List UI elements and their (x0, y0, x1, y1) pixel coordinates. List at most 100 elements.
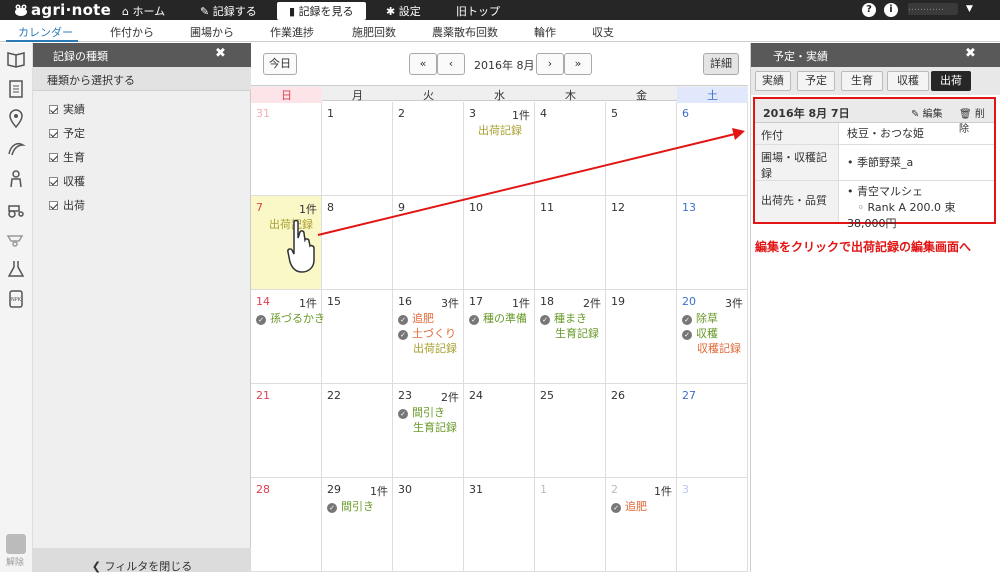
app-logo[interactable]: agri·note (14, 1, 111, 19)
tab-shipment[interactable]: 出荷 (931, 71, 971, 91)
filter-checkbox-growth[interactable]: 生育 (49, 149, 85, 165)
calendar-event[interactable]: ✓ 除草 (682, 310, 718, 326)
calendar-event[interactable]: ✓ 追肥 (611, 498, 647, 514)
tab-growth[interactable]: 生育 (841, 71, 883, 91)
tab-plan[interactable]: 予定 (797, 71, 835, 91)
flask-icon[interactable] (6, 259, 26, 279)
calendar-event[interactable]: ✓ 種の準備 (469, 310, 527, 326)
prev-year-icon[interactable]: « (409, 53, 437, 75)
tab-pesticide-count[interactable]: 農薬散布回数 (432, 24, 498, 40)
calendar-day-cell[interactable]: 12 (606, 196, 677, 290)
calendar-day-cell[interactable]: 27 (677, 384, 748, 478)
nav-old-top[interactable]: 旧トップ (456, 3, 500, 19)
calendar-day-cell[interactable]: 24 (464, 384, 535, 478)
book-icon[interactable] (6, 49, 26, 69)
calendar-day-cell[interactable]: 22 (322, 384, 393, 478)
calendar-day-cell[interactable]: 6 (677, 102, 748, 196)
tab-rotation[interactable]: 輪作 (534, 24, 556, 40)
calendar-day-cell[interactable]: 3 1件 出荷記録 (464, 102, 535, 196)
farmer-icon[interactable] (6, 169, 26, 189)
calendar-day-cell[interactable]: 18 2件 ✓ 種まき 生育記録 (535, 290, 606, 384)
nav-view[interactable]: ▮ 記録を見る (277, 2, 366, 20)
nav-home[interactable]: ⌂ ホーム (122, 3, 165, 19)
checkbox-checked[interactable] (49, 105, 58, 114)
calendar-day-cell[interactable]: 16 3件 ✓ 追肥 ✓ 土づくり 出荷記録 (393, 290, 464, 384)
filter-checkbox-plan[interactable]: 予定 (49, 125, 85, 141)
prev-month-icon[interactable]: ‹ (437, 53, 465, 75)
calendar-day-cell[interactable]: 8 (322, 196, 393, 290)
calendar-event[interactable]: ✓ 間引き (327, 498, 374, 514)
filter-checkbox-shipment[interactable]: 出荷 (49, 197, 85, 213)
close-filter-button[interactable]: ❮ フィルタを閉じる (33, 548, 251, 573)
user-info-icon[interactable]: i (884, 3, 898, 17)
tab-by-crop[interactable]: 作付から (110, 24, 154, 40)
checkbox-checked[interactable] (49, 153, 58, 162)
calendar-event[interactable]: 生育記録 (413, 419, 457, 435)
calendar-day-cell[interactable]: 4 (535, 102, 606, 196)
calendar-day-cell[interactable]: 20 3件 ✓ 除草 ✓ 収穫 収穫記録 (677, 290, 748, 384)
calendar-event[interactable]: ✓ 追肥 (398, 310, 434, 326)
filter-icon[interactable] (6, 534, 26, 554)
calendar-day-cell[interactable]: 13 (677, 196, 748, 290)
calendar-day-cell[interactable]: 31 (251, 102, 322, 196)
calendar-event[interactable]: 出荷記録 (269, 216, 313, 232)
calendar-day-cell[interactable]: 25 (535, 384, 606, 478)
close-icon[interactable]: ✖ (215, 46, 226, 61)
calendar-day-cell[interactable]: 2 (393, 102, 464, 196)
detail-button[interactable]: 詳細 (703, 53, 739, 75)
calendar-day-cell[interactable]: 14 1件 ✓ 孫づるかき (251, 290, 325, 384)
calendar-event[interactable]: 生育記録 (555, 325, 599, 341)
chevron-down-icon[interactable]: ▼ (966, 4, 973, 14)
tab-actual[interactable]: 実績 (755, 71, 791, 91)
document-icon[interactable] (6, 79, 26, 99)
calendar-day-cell[interactable]: 23 2件 ✓ 間引き 生育記録 (393, 384, 464, 478)
nav-record[interactable]: ✎ 記録する (200, 3, 257, 19)
calendar-event[interactable]: ✓ 間引き (398, 404, 445, 420)
wheelbarrow-icon[interactable] (6, 229, 26, 249)
sickle-icon[interactable] (6, 139, 26, 159)
calendar-day-cell[interactable]: 15 (322, 290, 393, 384)
calendar-day-cell[interactable]: 19 (606, 290, 677, 384)
calendar-day-cell[interactable]: 31 (464, 478, 535, 572)
calendar-day-cell[interactable]: 5 (606, 102, 677, 196)
edit-button[interactable]: ✎ 編集 (911, 105, 943, 120)
tab-by-field[interactable]: 圃場から (190, 24, 234, 40)
calendar-day-cell[interactable]: 2 1件 ✓ 追肥 (606, 478, 677, 572)
tab-fertilize-count[interactable]: 施肥回数 (352, 24, 396, 40)
tab-calendar[interactable]: カレンダー (18, 24, 73, 40)
calendar-event[interactable]: ✓ 孫づるかき (256, 310, 325, 326)
calendar-day-cell[interactable]: 9 (393, 196, 464, 290)
calendar-day-cell[interactable]: 26 (606, 384, 677, 478)
user-name[interactable]: ………… (908, 3, 958, 15)
calendar-day-cell[interactable]: 17 1件 ✓ 種の準備 (464, 290, 535, 384)
calendar-day-cell[interactable]: 30 (393, 478, 464, 572)
checkbox-checked[interactable] (49, 201, 58, 210)
help-icon[interactable]: ? (862, 3, 876, 17)
map-pin-icon[interactable] (6, 109, 26, 129)
checkbox-checked[interactable] (49, 129, 58, 138)
calendar-day-cell[interactable]: 1 (322, 102, 393, 196)
close-icon[interactable]: ✖ (965, 46, 976, 61)
calendar-event[interactable]: 出荷記録 (413, 340, 457, 356)
calendar-day-cell[interactable]: 21 (251, 384, 322, 478)
filter-checkbox-harvest[interactable]: 収穫 (49, 173, 85, 189)
calendar-event[interactable]: ✓ 土づくり (398, 325, 456, 341)
tab-harvest[interactable]: 収穫 (887, 71, 929, 91)
calendar-event[interactable]: 出荷記録 (478, 122, 522, 138)
npk-fertilizer-icon[interactable]: NPK (6, 289, 26, 309)
tractor-icon[interactable] (6, 199, 26, 219)
calendar-day-cell[interactable]: 10 (464, 196, 535, 290)
calendar-event[interactable]: ✓ 収穫 (682, 325, 718, 341)
calendar-day-cell[interactable]: 3 (677, 478, 748, 572)
calendar-event[interactable]: 収穫記録 (697, 340, 741, 356)
tab-balance[interactable]: 収支 (592, 24, 614, 40)
calendar-day-cell[interactable]: 28 (251, 478, 322, 572)
next-year-icon[interactable]: » (564, 53, 592, 75)
today-button[interactable]: 今日 (263, 53, 297, 75)
calendar-day-cell[interactable]: 7 1件 出荷記録 (251, 196, 322, 290)
calendar-day-cell[interactable]: 29 1件 ✓ 間引き (322, 478, 393, 572)
unlock-label[interactable]: 解除 (6, 555, 24, 568)
calendar-event[interactable]: ✓ 種まき (540, 310, 587, 326)
tab-progress[interactable]: 作業進捗 (270, 24, 314, 40)
checkbox-checked[interactable] (49, 177, 58, 186)
